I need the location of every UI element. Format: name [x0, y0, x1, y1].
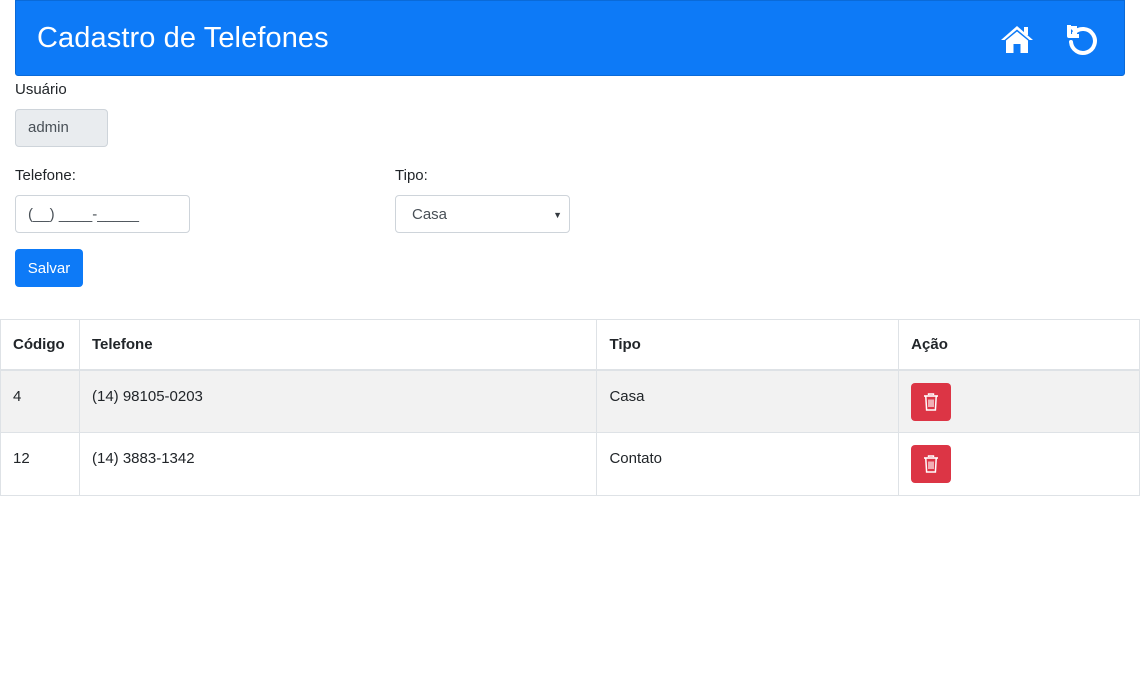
column-header-type: Tipo	[596, 319, 900, 371]
cell-code: 4	[0, 369, 80, 433]
delete-button[interactable]	[911, 445, 952, 483]
home-button[interactable]	[997, 19, 1037, 59]
user-field: admin	[15, 109, 108, 147]
cell-phone: (14) 98105-0203	[78, 369, 598, 433]
type-label: Tipo:	[395, 167, 428, 184]
type-select[interactable]: Casa ▼	[395, 195, 570, 233]
save-button[interactable]: Salvar	[15, 249, 83, 287]
phones-table: Código Telefone Tipo Ação 4 (14) 98105-0…	[0, 319, 1140, 496]
undo-icon	[1067, 25, 1097, 55]
table-row: 4 (14) 98105-0203 Casa	[0, 369, 1140, 433]
table-row: 12 (14) 3883-1342 Contato	[0, 432, 1140, 496]
table-header-row: Código Telefone Tipo Ação	[0, 319, 1140, 371]
reset-button[interactable]	[1062, 19, 1102, 59]
phone-input[interactable]	[15, 195, 190, 233]
cell-type: Casa	[596, 369, 900, 433]
phone-label: Telefone:	[15, 167, 76, 184]
trash-icon	[924, 392, 939, 411]
column-header-action: Ação	[898, 319, 1140, 371]
page-title: Cadastro de Telefones	[37, 21, 329, 54]
trash-icon	[924, 455, 939, 473]
app-header: Cadastro de Telefones	[15, 0, 1125, 76]
cell-type: Contato	[596, 432, 900, 496]
cell-code: 12	[0, 432, 80, 496]
delete-button[interactable]	[911, 382, 952, 421]
type-select-value: Casa	[412, 206, 448, 223]
chevron-down-icon: ▼	[553, 210, 562, 220]
column-header-phone: Telefone	[78, 319, 598, 371]
cell-action	[898, 432, 1140, 496]
home-icon	[1001, 26, 1033, 53]
user-label: Usuário	[15, 81, 67, 98]
cell-phone: (14) 3883-1342	[78, 432, 598, 496]
column-header-code: Código	[0, 319, 80, 371]
cell-action	[898, 369, 1140, 433]
